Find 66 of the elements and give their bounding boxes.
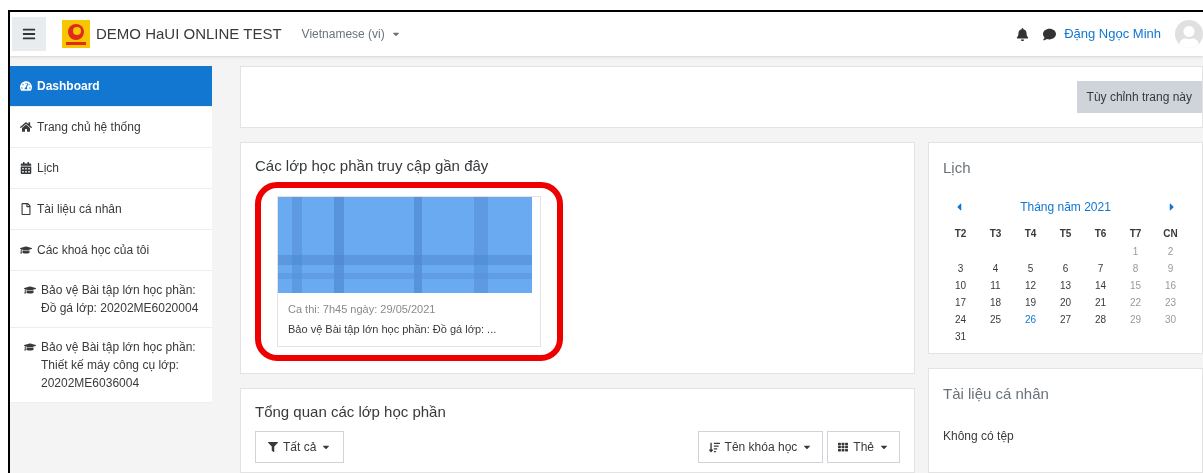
- sidebar-item[interactable]: Lịch: [10, 148, 212, 189]
- calendar-day[interactable]: 14: [1083, 276, 1118, 294]
- graduation-cap-icon: [24, 284, 36, 296]
- calendar-day[interactable]: 25: [978, 310, 1013, 328]
- calendar-day[interactable]: 3: [943, 259, 978, 277]
- calendar-day[interactable]: 7: [1083, 259, 1118, 277]
- sort-dropdown[interactable]: Tên khóa học: [697, 431, 824, 463]
- sort-icon: [708, 441, 720, 453]
- weekday-header: T5: [1058, 226, 1073, 241]
- menu-button[interactable]: [12, 17, 46, 51]
- file-icon: [20, 203, 32, 215]
- calendar-day[interactable]: 27: [1048, 310, 1083, 328]
- weekday-header: T3: [988, 226, 1003, 241]
- calendar-day[interactable]: 19: [1013, 293, 1048, 311]
- language-menu[interactable]: Vietnamese (vi): [301, 25, 401, 43]
- sidebar-item[interactable]: Các khoá học của tôi: [10, 230, 212, 271]
- calendar-day[interactable]: 24: [943, 310, 978, 328]
- menu-icon: [22, 27, 36, 41]
- graduation-cap-icon: [20, 244, 32, 256]
- calendar-day[interactable]: 26: [1013, 310, 1048, 328]
- calendar-day[interactable]: 21: [1083, 293, 1118, 311]
- weekday-header: T2: [953, 226, 968, 241]
- card-title: Tổng quan các lớp học phần: [255, 401, 447, 422]
- calendar-day[interactable]: 10: [943, 276, 978, 294]
- logo-icon: [62, 20, 90, 48]
- course-subtitle: Ca thi: 7h45 ngày: 29/05/2021: [288, 301, 437, 317]
- empty-message: Không có tệp: [943, 428, 1015, 445]
- card-title: Lịch: [943, 158, 972, 178]
- customize-page-button[interactable]: Tùy chỉnh trang này: [1076, 81, 1202, 113]
- calendar-day[interactable]: 6: [1048, 259, 1083, 277]
- weekday-header: CN: [1162, 226, 1179, 241]
- sidebar-item[interactable]: Tài liệu cá nhân: [10, 189, 212, 230]
- calendar-day[interactable]: 11: [978, 276, 1013, 294]
- filter-dropdown[interactable]: Tất cả: [255, 431, 345, 463]
- weekday-header: T6: [1093, 226, 1108, 241]
- message-icon[interactable]: [1043, 27, 1057, 41]
- home-icon: [20, 121, 32, 133]
- weekday-header: T7: [1128, 226, 1143, 241]
- calendar-day[interactable]: 12: [1013, 276, 1048, 294]
- month-link[interactable]: Tháng năm 2021: [1020, 197, 1111, 216]
- sidebar-item[interactable]: Dashboard: [10, 66, 212, 107]
- sidebar-item[interactable]: Bảo vệ Bài tập lớn học phần: Đồ gá lớp: 20202ME6020004: [10, 271, 212, 328]
- dashboard-icon: [20, 80, 32, 92]
- user-name[interactable]: Đặng Ngọc Minh: [1064, 24, 1161, 44]
- calendar-day[interactable]: 5: [1013, 259, 1048, 277]
- weekday-header: T4: [1023, 226, 1038, 241]
- calendar-icon: [20, 162, 32, 174]
- view-dropdown[interactable]: Thẻ: [827, 431, 900, 463]
- sidebar-item[interactable]: Bảo vệ Bài tập lớn học phần: Thiết kế máy công cụ lớp: 20202ME6036004: [10, 328, 212, 403]
- calendar-day[interactable]: 31: [943, 327, 978, 345]
- site-name[interactable]: DEMO HaUI ONLINE TEST: [96, 22, 282, 46]
- filter-icon: [268, 442, 278, 452]
- calendar-day[interactable]: 4: [978, 259, 1013, 277]
- notification-icon[interactable]: [1016, 27, 1030, 41]
- course-name[interactable]: Bảo vệ Bài tập lớn học phần: Đồ gá lớp: ...: [288, 321, 530, 338]
- calendar-day[interactable]: 17: [943, 293, 978, 311]
- grid-icon: [838, 442, 849, 452]
- calendar-day[interactable]: 28: [1083, 310, 1118, 328]
- graduation-cap-icon: [24, 341, 36, 353]
- sidebar-item[interactable]: Trang chủ hệ thống: [10, 107, 212, 148]
- course-card[interactable]: Ca thi: 7h45 ngày: 29/05/2021 Bảo vệ Bài tập lớn học phần: Đồ gá lớp: ...: [277, 195, 541, 347]
- calendar-day[interactable]: 20: [1048, 293, 1083, 311]
- card-title: Các lớp học phần truy cập gần đây: [255, 156, 490, 176]
- card-title: Tài liệu cá nhân: [943, 383, 1050, 404]
- calendar-day[interactable]: 13: [1048, 276, 1083, 294]
- calendar-day[interactable]: 18: [978, 293, 1013, 311]
